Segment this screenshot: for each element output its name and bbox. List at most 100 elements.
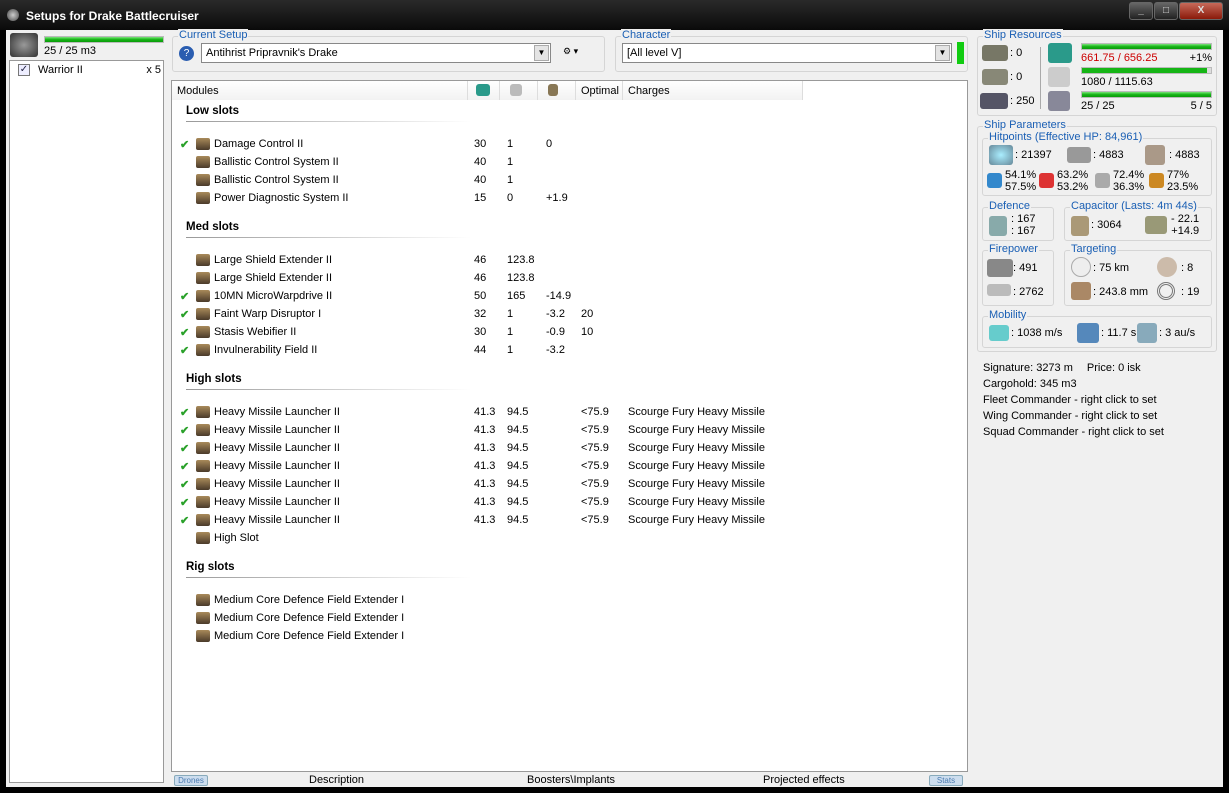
module-row[interactable]: Large Shield Extender II 46 123.8 — [172, 269, 967, 287]
module-name: Ballistic Control System II — [214, 174, 339, 186]
title-bar: Setups for Drake Battlecruiser _ □ X — [0, 0, 1229, 30]
cpu-bar — [1081, 43, 1212, 50]
active-check-icon[interactable]: ✔ — [180, 514, 189, 527]
module-charge: Scourge Fury Heavy Missile — [628, 460, 765, 472]
module-powergrid: 1 — [507, 156, 514, 168]
section-divider — [186, 237, 471, 238]
calibration-value: : 250 — [1010, 95, 1035, 107]
module-icon — [196, 514, 210, 526]
fleet-commander[interactable]: Fleet Commander - right click to set — [983, 394, 1157, 406]
active-check-icon[interactable]: ✔ — [180, 478, 189, 491]
warp-speed: : 3 au/s — [1159, 327, 1196, 339]
squad-commander[interactable]: Squad Commander - right click to set — [983, 426, 1164, 438]
module-row[interactable]: ✔ Damage Control II 30 1 0 — [172, 135, 967, 153]
tab-description[interactable]: Description — [309, 774, 364, 786]
tab-projected-effects[interactable]: Projected effects — [763, 774, 845, 786]
module-row[interactable]: ✔ Stasis Webifier II 30 1 -0.9 10 — [172, 323, 967, 341]
section-divider — [186, 121, 471, 122]
module-row[interactable]: Power Diagnostic System II 15 0 +1.9 — [172, 189, 967, 207]
module-icon — [196, 496, 210, 508]
kinetic-armor-resist: 36.3% — [1113, 181, 1145, 193]
maximize-button[interactable]: □ — [1154, 2, 1178, 20]
current-setup-label: Current Setup — [178, 29, 249, 41]
module-row[interactable]: ✔ Heavy Missile Launcher II 41.3 94.5 <75.9 S… — [172, 421, 967, 439]
module-powergrid: 94.5 — [507, 442, 529, 454]
module-optimal: <75.9 — [581, 478, 609, 490]
close-button[interactable]: X — [1179, 2, 1223, 20]
active-check-icon[interactable]: ✔ — [180, 406, 189, 419]
tab-drones-left[interactable]: Drones — [174, 775, 208, 786]
module-row[interactable]: ✔ Invulnerability Field II 44 1 -3.2 — [172, 341, 967, 359]
header-optimal[interactable]: Optimal — [576, 81, 623, 100]
setup-select[interactable]: Antihrist Pripravnik's Drake ▼ — [201, 43, 551, 63]
tab-stats-right[interactable]: Stats — [929, 775, 963, 786]
module-row[interactable]: Ballistic Control System II 40 1 — [172, 153, 967, 171]
turret-dps-icon — [987, 259, 1013, 277]
module-row[interactable]: Ballistic Control System II 40 1 — [172, 171, 967, 189]
bandwidth-bar — [1081, 91, 1212, 98]
thermal-armor-resist: 53.2% — [1057, 181, 1089, 193]
module-name: Large Shield Extender II — [214, 272, 333, 284]
header-charges[interactable]: Charges — [623, 81, 803, 100]
header-capacitor[interactable] — [538, 81, 576, 100]
defence-values: : 167: 167 — [1011, 213, 1035, 237]
module-cpu: 46 — [474, 272, 487, 284]
module-row[interactable]: Medium Core Defence Field Extender I — [172, 627, 967, 645]
module-row[interactable]: Medium Core Defence Field Extender I — [172, 609, 967, 627]
module-row[interactable]: ✔ Heavy Missile Launcher II 41.3 94.5 <75.9 S… — [172, 439, 967, 457]
active-check-icon[interactable]: ✔ — [180, 326, 189, 339]
active-check-icon[interactable]: ✔ — [180, 460, 189, 473]
module-cpu: 50 — [474, 290, 487, 302]
em-armor-resist: 57.5% — [1005, 181, 1037, 193]
active-check-icon[interactable]: ✔ — [180, 290, 189, 303]
chevron-down-icon[interactable]: ▼ — [935, 45, 950, 61]
module-row[interactable]: ✔ Heavy Missile Launcher II 41.3 94.5 <75.9 S… — [172, 475, 967, 493]
active-check-icon[interactable]: ✔ — [180, 496, 189, 509]
active-check-icon[interactable]: ✔ — [180, 344, 189, 357]
module-icon — [196, 174, 210, 186]
module-row[interactable]: ✔ Heavy Missile Launcher II 41.3 94.5 <75.9 S… — [172, 403, 967, 421]
section-divider — [186, 389, 471, 390]
module-row[interactable]: ✔ Heavy Missile Launcher II 41.3 94.5 <75.9 S… — [172, 511, 967, 529]
active-check-icon[interactable]: ✔ — [180, 308, 189, 321]
tab-boosters-implants[interactable]: Boosters\Implants — [527, 774, 615, 786]
header-cpu[interactable] — [468, 81, 500, 100]
module-row[interactable]: Large Shield Extender II 46 123.8 — [172, 251, 967, 269]
wing-commander[interactable]: Wing Commander - right click to set — [983, 410, 1157, 422]
active-check-icon[interactable]: ✔ — [180, 424, 189, 437]
active-check-icon[interactable]: ✔ — [180, 138, 189, 151]
help-icon[interactable]: ? — [179, 46, 194, 61]
character-select[interactable]: [All level V] ▼ — [622, 43, 952, 63]
drone-bay-bar — [44, 36, 164, 43]
explosive-shield-resist: 77% — [1167, 169, 1190, 181]
price: Price: 0 isk — [1086, 362, 1141, 374]
module-optimal: <75.9 — [581, 424, 609, 436]
module-row[interactable]: ✔ Heavy Missile Launcher II 41.3 94.5 <75.9 S… — [172, 493, 967, 511]
ship-menu-button[interactable]: ⚙ ▾ — [563, 46, 591, 60]
drone-name: Warrior II — [38, 64, 83, 76]
module-row[interactable]: ✔ Faint Warp Disruptor I 32 1 -3.2 20 — [172, 305, 967, 323]
drone-item[interactable]: ✓ Warrior II x 5 — [16, 64, 161, 80]
launcher-hardpoint-icon — [982, 69, 1008, 85]
powergrid-value: 1080 / 1115.63 — [1081, 76, 1153, 88]
drone-checkbox[interactable]: ✓ — [18, 64, 30, 76]
active-check-icon[interactable]: ✔ — [180, 442, 189, 455]
app-icon — [7, 9, 19, 21]
header-modules[interactable]: Modules — [172, 81, 468, 100]
module-name: Heavy Missile Launcher II — [214, 460, 340, 472]
setup-select-value: Antihrist Pripravnik's Drake — [206, 47, 338, 59]
module-cpu: 30 — [474, 326, 487, 338]
module-row[interactable]: ✔ 10MN MicroWarpdrive II 50 165 -14.9 — [172, 287, 967, 305]
module-cpu: 41.3 — [474, 442, 496, 454]
cap-recharge-icon — [1145, 216, 1167, 234]
drone-count: x 5 — [146, 64, 161, 76]
missile-dps: : 2762 — [1013, 286, 1044, 298]
header-powergrid[interactable] — [500, 81, 538, 100]
module-row[interactable]: Medium Core Defence Field Extender I — [172, 591, 967, 609]
minimize-button[interactable]: _ — [1129, 2, 1153, 20]
explosive-resist-icon — [1149, 173, 1164, 188]
chevron-down-icon[interactable]: ▼ — [534, 45, 549, 61]
module-row[interactable]: High Slot — [172, 529, 967, 547]
thermal-shield-resist: 63.2% — [1057, 169, 1089, 181]
module-row[interactable]: ✔ Heavy Missile Launcher II 41.3 94.5 <75.9 S… — [172, 457, 967, 475]
